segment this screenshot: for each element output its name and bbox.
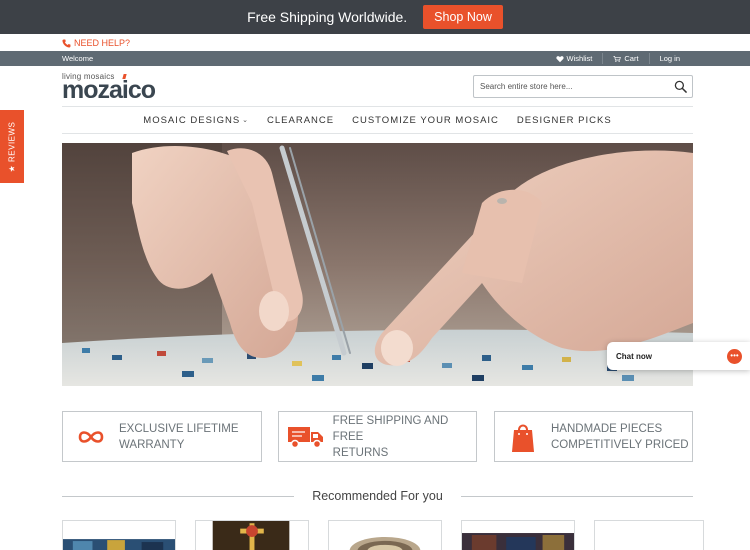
- phone-icon: [62, 38, 71, 47]
- login-label: Log in: [659, 54, 680, 63]
- nav-item-label: MOSAIC DESIGNS: [143, 114, 241, 126]
- promo-text: Free Shipping Worldwide.: [247, 9, 408, 25]
- login-link[interactable]: Log in: [648, 53, 690, 64]
- hero-hands-mosaic-image: [62, 143, 693, 386]
- feature-line-1: FREE SHIPPING AND FREE: [332, 414, 449, 443]
- main-nav: MOSAIC DESIGNS ⌄ CLEARANCE CUSTOMIZE YOU…: [62, 107, 693, 133]
- need-help-link[interactable]: NEED HELP?: [62, 36, 130, 50]
- welcome-text: Welcome: [62, 54, 94, 63]
- chevron-down-icon: ⌄: [242, 117, 250, 124]
- need-help-label: NEED HELP?: [74, 38, 131, 48]
- feature-line-2: COMPETITIVELY PRICED: [551, 438, 689, 451]
- feature-line-2: RETURNS: [332, 446, 389, 459]
- promo-bar: Free Shipping Worldwide. Shop Now: [0, 0, 750, 34]
- mozaico-logo[interactable]: living mosaics mozaico: [62, 72, 162, 104]
- account-bar: Welcome Wishlist Cart Log in: [0, 51, 750, 66]
- product-card[interactable]: [62, 520, 176, 550]
- heading-rule-left: [62, 495, 295, 497]
- nav-item-designer-picks[interactable]: DESIGNER PICKS: [508, 115, 621, 126]
- infinity-icon: [63, 429, 119, 445]
- chat-now-label: Chat now: [616, 351, 652, 361]
- shop-now-button[interactable]: Shop Now: [423, 5, 503, 29]
- chat-bubble-icon: •••: [727, 348, 742, 364]
- wishlist-label: Wishlist: [566, 54, 593, 63]
- feature-lifetime-warranty[interactable]: EXCLUSIVE LIFETIME WARRANTY: [62, 411, 262, 462]
- feature-text: FREE SHIPPING AND FREE RETURNS: [333, 413, 476, 461]
- shopping-bag-icon: [495, 421, 551, 453]
- product-thumbnail: [212, 521, 290, 550]
- delivery-truck-icon: [279, 424, 333, 450]
- logo-wordmark: mozaico: [62, 76, 156, 104]
- product-card[interactable]: [461, 520, 575, 550]
- nav-item-customize-your-mosaic[interactable]: CUSTOMIZE YOUR MOSAIC: [343, 115, 508, 126]
- cart-icon: [613, 55, 622, 62]
- product-card[interactable]: [195, 520, 309, 550]
- hero-banner-image[interactable]: [62, 143, 693, 386]
- nav-item-label: CLEARANCE: [267, 114, 335, 126]
- product-thumbnail: [349, 536, 421, 550]
- product-card[interactable]: [328, 520, 442, 550]
- chat-now-widget[interactable]: Chat now •••: [607, 342, 750, 370]
- feature-line-2: WARRANTY: [119, 438, 185, 451]
- nav-item-clearance[interactable]: CLEARANCE: [258, 115, 343, 126]
- recommended-title: Recommended For you: [312, 489, 443, 503]
- search-input[interactable]: [474, 76, 664, 97]
- reviews-tab-label: ★ REVIEWS: [7, 121, 17, 172]
- search-icon[interactable]: [674, 80, 687, 93]
- product-thumbnail: [63, 539, 175, 550]
- feature-text: HANDMADE PIECES COMPETITIVELY PRICED: [551, 421, 689, 453]
- cart-link[interactable]: Cart: [602, 53, 648, 64]
- nav-item-label: DESIGNER PICKS: [516, 114, 612, 126]
- product-card[interactable]: [594, 520, 704, 550]
- wishlist-link[interactable]: Wishlist: [546, 53, 603, 64]
- feature-free-shipping[interactable]: FREE SHIPPING AND FREE RETURNS: [278, 411, 477, 462]
- search-box: [473, 75, 693, 98]
- feature-text: EXCLUSIVE LIFETIME WARRANTY: [119, 421, 239, 453]
- feature-line-1: HANDMADE PIECES: [551, 422, 663, 435]
- nav-item-mosaic-designs[interactable]: MOSAIC DESIGNS ⌄: [134, 115, 258, 126]
- feature-line-1: EXCLUSIVE LIFETIME: [119, 422, 239, 435]
- nav-divider-bottom: [62, 133, 693, 134]
- account-links: Wishlist Cart Log in: [546, 51, 690, 66]
- reviews-tab[interactable]: ★ REVIEWS: [0, 110, 24, 183]
- cart-label: Cart: [624, 54, 639, 63]
- product-thumbnail: [462, 533, 574, 550]
- nav-item-label: CUSTOMIZE YOUR MOSAIC: [352, 114, 499, 126]
- feature-handmade-pieces[interactable]: HANDMADE PIECES COMPETITIVELY PRICED: [494, 411, 693, 462]
- heart-icon: [555, 55, 564, 62]
- recommended-heading: Recommended For you: [62, 488, 693, 504]
- heading-rule-right: [460, 495, 693, 497]
